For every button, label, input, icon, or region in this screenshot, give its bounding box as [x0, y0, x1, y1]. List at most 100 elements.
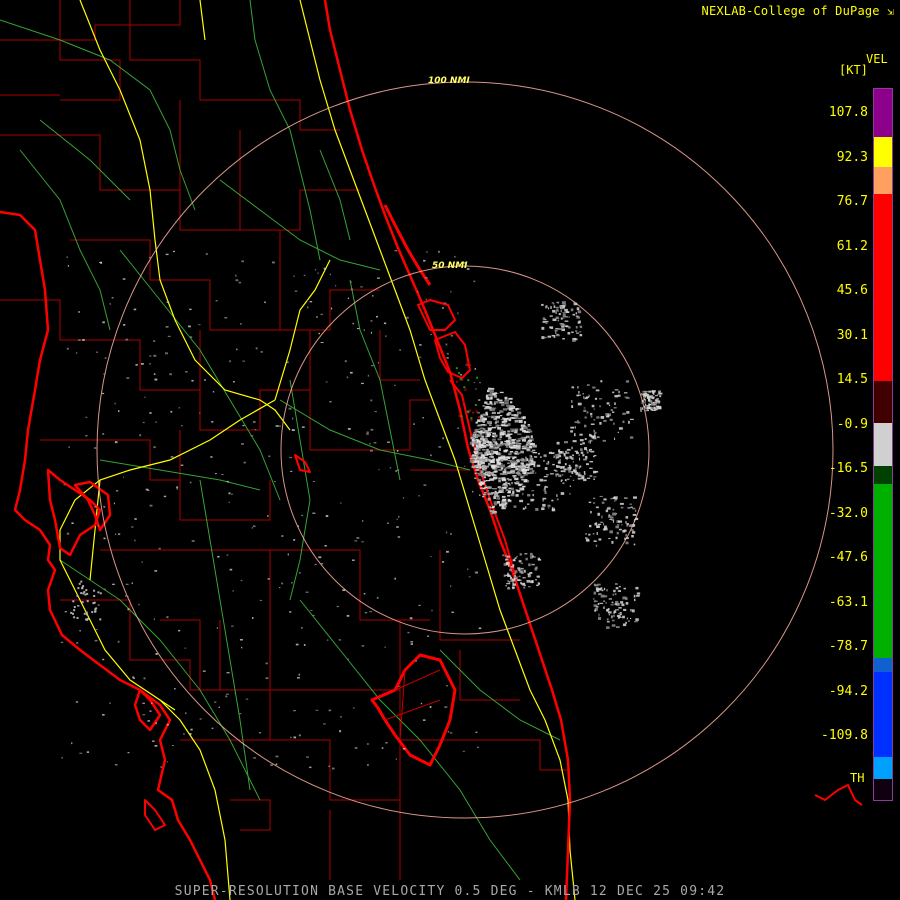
velocity-echoes: [60, 250, 663, 770]
echo-pixel: [189, 308, 192, 311]
echo-pixel: [229, 360, 231, 363]
echo-pixel: [497, 426, 502, 430]
echo-pixel: [531, 490, 535, 492]
echo-pixel: [149, 363, 151, 365]
echo-pixel: [517, 417, 523, 420]
echo-pixel: [521, 447, 527, 450]
echo-pixel: [580, 448, 583, 451]
echo-pixel: [567, 468, 571, 471]
echo-pixel: [389, 467, 392, 469]
external-link-icon[interactable]: ⇲: [887, 5, 894, 18]
echo-pixel: [606, 621, 610, 623]
echo-pixel: [474, 368, 477, 370]
echo-pixel: [444, 706, 448, 708]
echo-pixel: [481, 454, 485, 457]
echo-pixel: [542, 503, 546, 507]
echo-pixel: [370, 399, 373, 402]
echo-pixel: [335, 285, 337, 287]
echo-pixel: [523, 445, 528, 448]
echo-pixel: [509, 451, 514, 453]
echo-pixel: [645, 390, 648, 393]
echo-pixel: [511, 472, 515, 474]
echo-pixel: [583, 409, 587, 412]
echo-pixel: [645, 394, 649, 396]
echo-pixel: [617, 618, 620, 620]
echo-pixel: [613, 407, 617, 409]
echo-pixel: [552, 309, 556, 313]
echo-pixel: [102, 658, 105, 661]
echo-pixel: [568, 470, 572, 473]
echo-pixel: [484, 469, 487, 471]
echo-pixel: [474, 451, 478, 454]
echo-pixel: [497, 501, 501, 504]
legend-units: [KT]: [839, 63, 868, 77]
echo-pixel: [562, 312, 567, 314]
echo-pixel: [370, 331, 373, 334]
echo-pixel: [293, 710, 296, 712]
echo-pixel: [183, 733, 185, 735]
echo-pixel: [479, 439, 483, 442]
echo-pixel: [397, 536, 401, 538]
echo-pixel: [495, 424, 499, 428]
echo-pixel: [490, 449, 494, 453]
echo-pixel: [241, 646, 243, 649]
echo-pixel: [572, 337, 576, 340]
echo-pixel: [514, 570, 518, 573]
echo-pixel: [623, 608, 627, 611]
echo-pixel: [595, 506, 599, 509]
echo-pixel: [361, 382, 364, 385]
echo-pixel: [301, 627, 303, 629]
echo-pixel: [424, 277, 428, 279]
echo-pixel: [508, 397, 513, 400]
echo-pixel: [598, 538, 602, 541]
echo-pixel: [294, 290, 298, 292]
echo-pixel: [544, 486, 549, 488]
echo-pixel: [606, 626, 610, 629]
echo-pixel: [85, 416, 88, 418]
echo-pixel: [572, 454, 575, 457]
echo-pixel: [496, 497, 501, 500]
echo-pixel: [295, 643, 299, 646]
echo-pixel: [166, 724, 169, 726]
echo-pixel: [528, 586, 531, 588]
echo-pixel: [270, 764, 273, 767]
echo-pixel: [560, 470, 564, 473]
echo-pixel: [558, 313, 561, 316]
echo-pixel: [510, 576, 513, 580]
echo-pixel: [487, 493, 491, 495]
echo-pixel: [593, 429, 595, 433]
echo-pixel: [467, 379, 470, 382]
echo-pixel: [190, 728, 193, 731]
echo-pixel: [422, 417, 424, 419]
echo-pixel: [555, 331, 557, 334]
echo-pixel: [562, 474, 564, 476]
echo-pixel: [522, 485, 526, 488]
echo-pixel: [293, 736, 297, 739]
echo-pixel: [543, 488, 546, 492]
echo-pixel: [561, 328, 566, 332]
echo-pixel: [103, 537, 106, 540]
echo-pixel: [517, 433, 522, 435]
echo-pixel: [585, 533, 587, 535]
echo-pixel: [228, 501, 230, 503]
echo-pixel: [328, 765, 330, 767]
echo-pixel: [350, 288, 354, 290]
echo-pixel: [515, 489, 518, 491]
echo-pixel: [620, 601, 624, 604]
echo-pixel: [420, 702, 423, 705]
echo-pixel: [617, 431, 619, 434]
echo-pixel: [288, 407, 292, 410]
echo-pixel: [626, 617, 628, 620]
echo-pixel: [635, 618, 639, 621]
echo-pixel: [535, 508, 539, 511]
echo-pixel: [344, 360, 347, 363]
echo-pixel: [298, 734, 302, 737]
echo-pixel: [558, 455, 562, 458]
echo-pixel: [634, 509, 637, 512]
echo-pixel: [571, 446, 574, 450]
echo-pixel: [360, 286, 363, 288]
echo-pixel: [551, 452, 555, 455]
echo-pixel: [575, 472, 579, 476]
echo-pixel: [570, 430, 573, 433]
echo-pixel: [318, 556, 322, 559]
